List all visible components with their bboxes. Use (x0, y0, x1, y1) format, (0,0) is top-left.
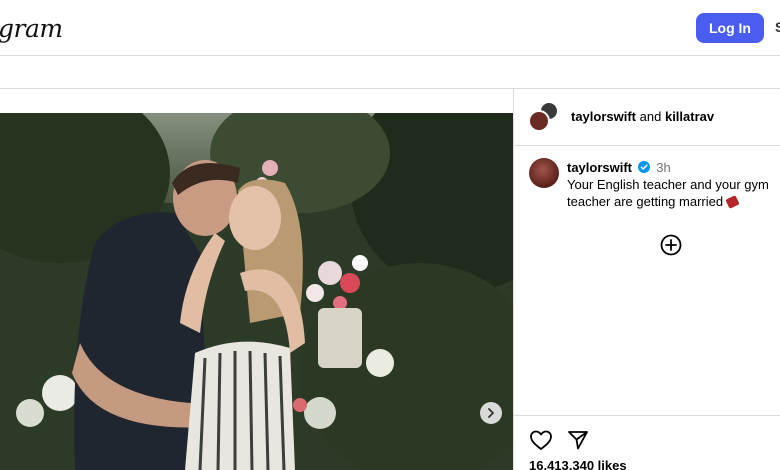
post-timestamp[interactable]: 3h (656, 160, 670, 175)
secondary-bar (0, 56, 780, 89)
chevron-right-icon (488, 408, 494, 418)
collab-and-text: and (639, 109, 662, 124)
verified-badge-icon (637, 161, 650, 173)
post-photo[interactable] (0, 113, 513, 470)
signup-link-partial[interactable]: S (775, 19, 780, 35)
collab-usernames: taylorswift and killatrav (571, 109, 714, 124)
post-photo-illustration (0, 113, 513, 470)
collab-avatars[interactable] (528, 101, 560, 133)
caption-username[interactable]: taylorswift (567, 160, 632, 175)
likes-count[interactable]: 16,413,340 likes (529, 458, 627, 470)
post-header: taylorswift and killatrav (514, 89, 780, 146)
share-icon[interactable] (567, 429, 589, 451)
instagram-logo[interactable]: gram (0, 14, 63, 43)
login-button[interactable]: Log In (696, 13, 764, 43)
avatar-taylorswift (528, 110, 550, 132)
knife-emoji-icon (725, 195, 740, 209)
username-link-taylorswift[interactable]: taylorswift (571, 109, 636, 124)
post-actions: 16,413,340 likes (514, 415, 780, 470)
post-caption: taylorswift 3h Your English teacher and … (567, 159, 772, 210)
next-photo-button[interactable] (480, 402, 502, 424)
plus-circle-icon[interactable] (660, 234, 682, 256)
username-link-killatrav[interactable]: killatrav (665, 109, 714, 124)
caption-avatar[interactable] (529, 158, 559, 188)
post-side-panel: taylorswift and killatrav taylorswift 3h… (513, 89, 780, 470)
top-nav-bar: gram Log In S (0, 0, 780, 56)
heart-icon[interactable] (529, 429, 553, 451)
